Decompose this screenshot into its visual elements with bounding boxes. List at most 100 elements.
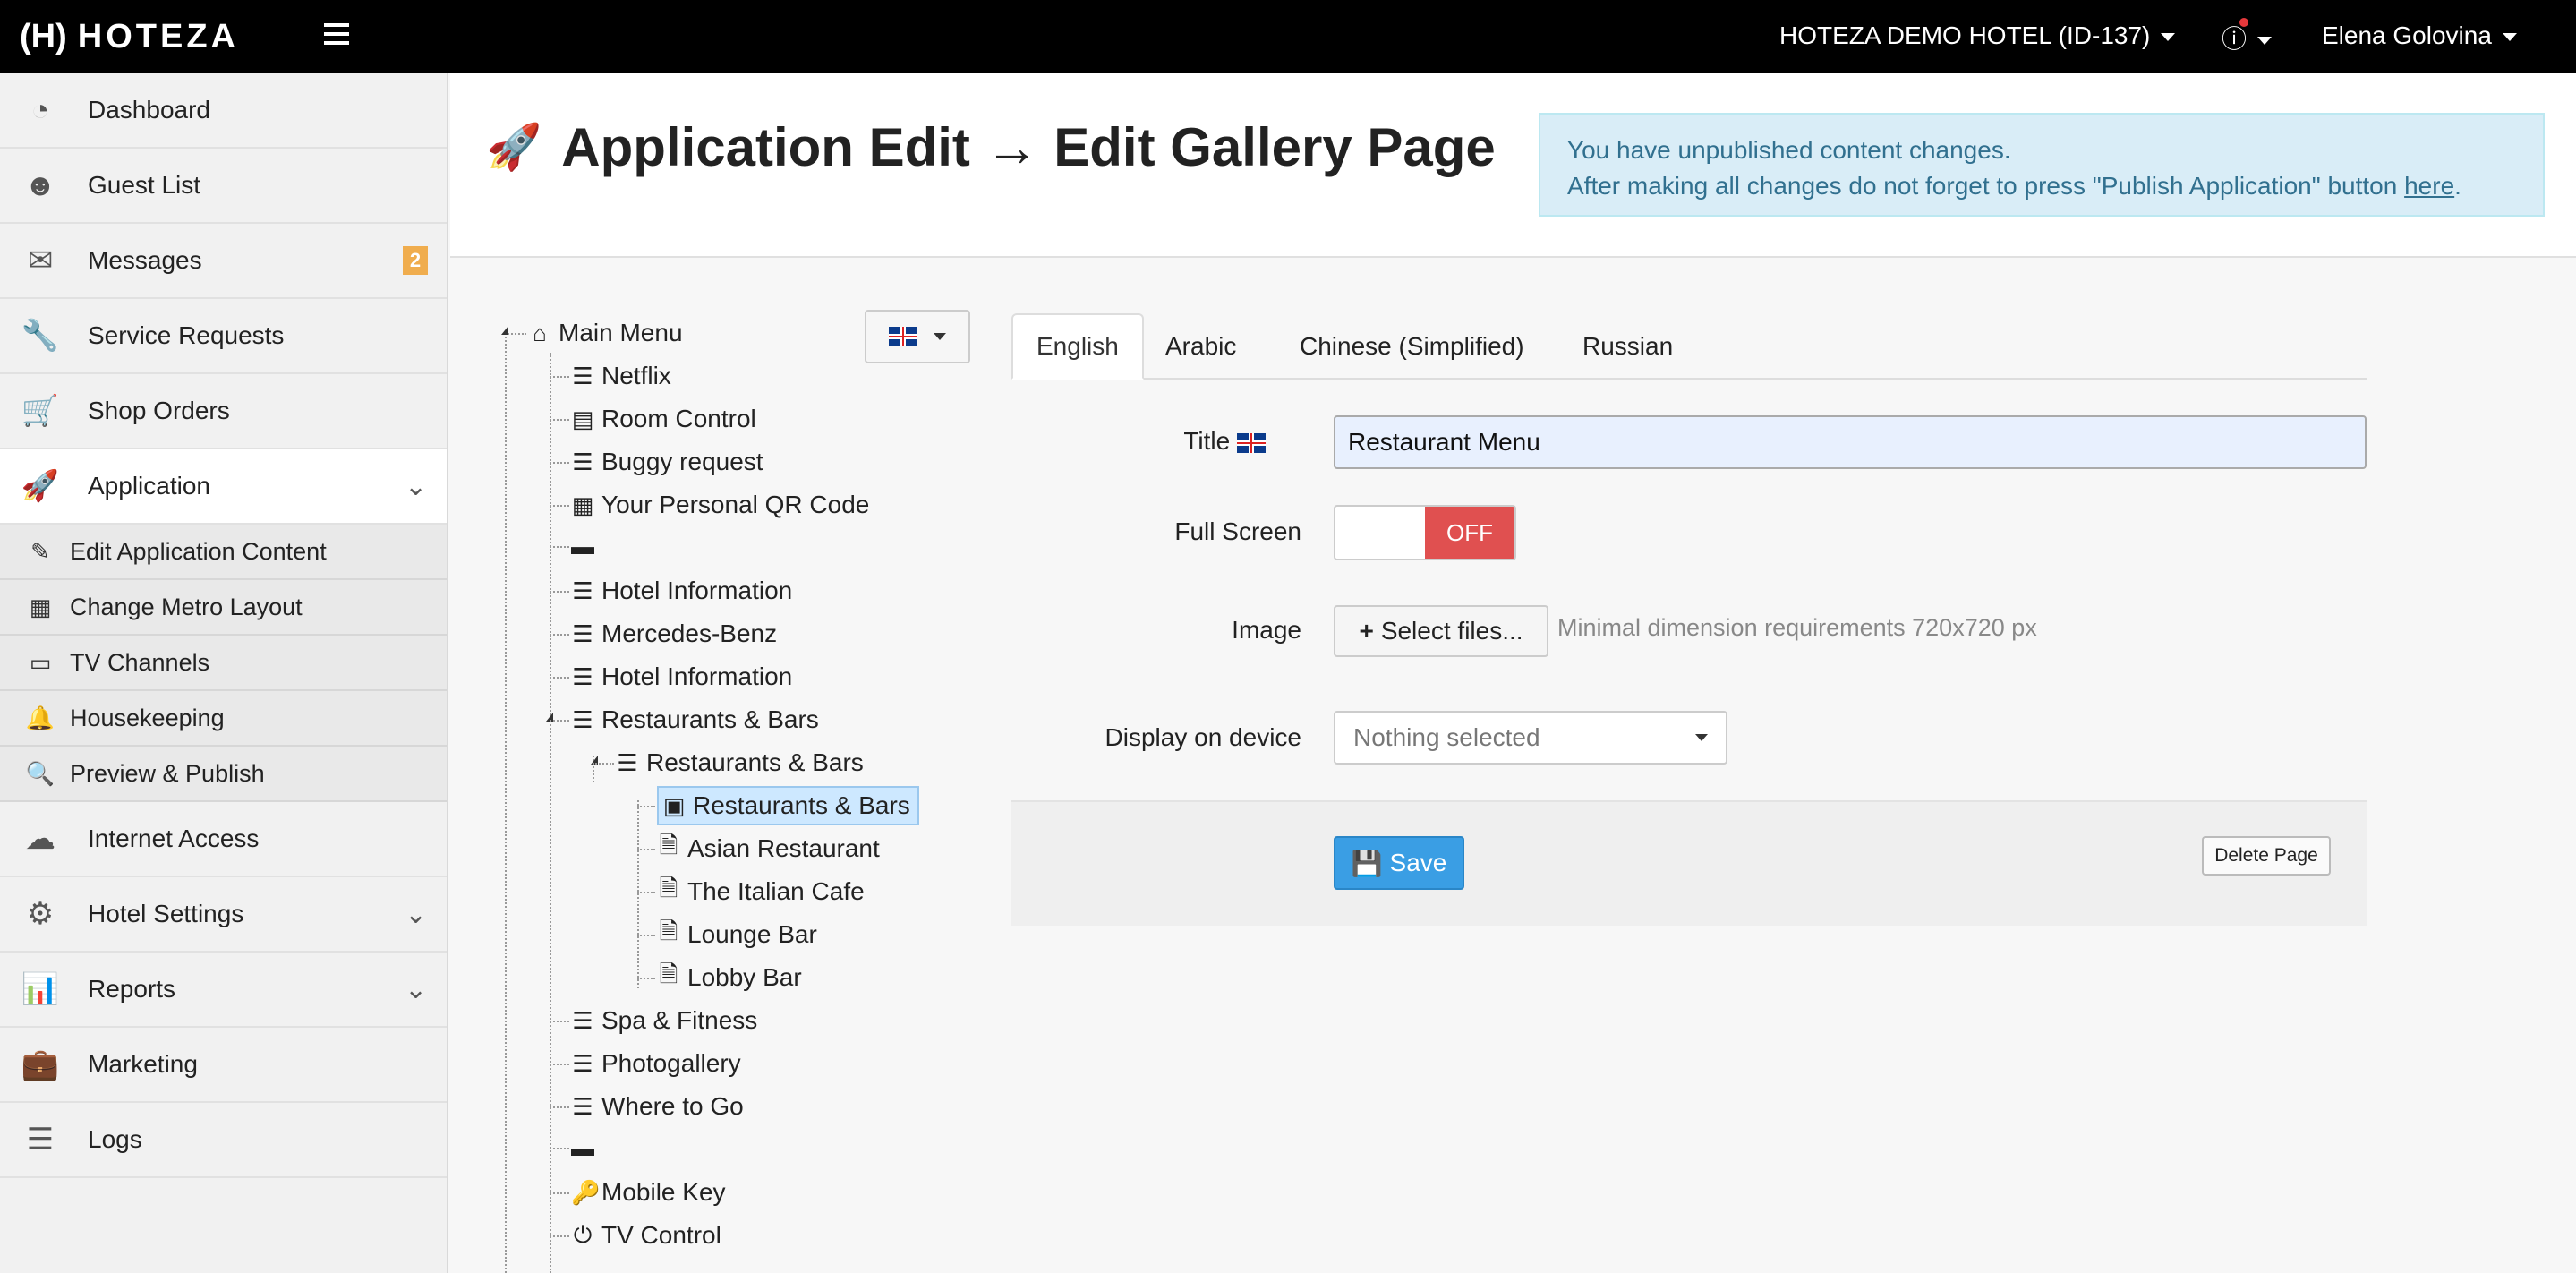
title-input[interactable] (1334, 415, 2367, 469)
sidebar-item-logs[interactable]: ☰ Logs (0, 1103, 447, 1178)
tree-node[interactable]: 🗎 The Italian Cafe (657, 872, 865, 911)
sidebar-item-guest-list[interactable]: ☻ Guest List (0, 149, 447, 224)
tree-node-label: The Italian Cafe (687, 877, 865, 905)
delete-page-button[interactable]: Delete Page (2202, 836, 2331, 876)
sidebar-item-marketing[interactable]: 💼 Marketing (0, 1028, 447, 1103)
messages-count-badge: 2 (403, 246, 428, 275)
title-label-text: Title (1183, 427, 1231, 455)
tree-node[interactable]: 🔑 Mobile Key (571, 1173, 726, 1212)
uk-flag-icon (889, 327, 917, 346)
delete-page-label: Delete Page (2214, 845, 2318, 866)
sidebar-item-label: Application (88, 472, 210, 500)
separator-icon: ▬ (571, 532, 594, 560)
tab-label: Chinese (Simplified) (1300, 332, 1524, 360)
sidebar-item-reports[interactable]: 📊 Reports ⌄ (0, 953, 447, 1028)
tree-connector (637, 978, 655, 979)
language-flag-dropdown[interactable] (865, 310, 970, 363)
tree-node-label: Hotel Information (601, 577, 793, 604)
tree-node[interactable]: ☰ Hotel Information (571, 657, 792, 696)
sidebar-item-hotel-settings[interactable]: ⚙ Hotel Settings ⌄ (0, 877, 447, 953)
tree-node[interactable]: ☰ Buggy request (571, 442, 763, 482)
top-navbar: (H) HOTEZA HOTEZA DEMO HOTEL (ID-137) ⓘ … (0, 0, 2576, 73)
tree-connector (550, 591, 569, 593)
tree-node[interactable]: ☰ Spa & Fitness (571, 1001, 757, 1040)
users-icon: ☻ (24, 167, 56, 202)
tree-node-restaurants-bars[interactable]: ☰ Restaurants & Bars (571, 700, 818, 739)
sidebar-item-application[interactable]: 🚀 Application ⌄ (0, 449, 447, 525)
tree-connector (550, 1148, 569, 1149)
full-screen-toggle[interactable]: OFF (1334, 505, 1516, 560)
caret-down-icon (934, 333, 946, 340)
tree-connector (637, 935, 655, 936)
sidebar-subitem-label: Preview & Publish (70, 759, 265, 787)
list-ul-icon: ☰ (617, 748, 638, 776)
tree-node[interactable]: ☰ Hotel Information (571, 571, 792, 611)
sidebar-subitem-change-metro-layout[interactable]: ▦ Change Metro Layout (0, 580, 447, 636)
tree-node-separator[interactable]: ▬ (571, 526, 601, 566)
tree-node-main-menu[interactable]: ⌂ Main Menu (528, 313, 682, 353)
tab-arabic[interactable]: Arabic (1142, 313, 1259, 380)
sidebar-item-service-requests[interactable]: 🔧 Service Requests (0, 299, 447, 374)
sidebar-subitem-housekeeping[interactable]: 🔔 Housekeeping (0, 691, 447, 747)
display-on-device-select[interactable]: Nothing selected (1334, 711, 1727, 765)
hoteza-logo[interactable]: (H) HOTEZA (20, 16, 239, 57)
logo-text: HOTEZA (77, 17, 239, 56)
tree-node[interactable]: 🗎 Asian Restaurant (657, 829, 880, 868)
user-menu[interactable]: Elena Golovina (2322, 21, 2517, 50)
save-button[interactable]: 💾 Save (1334, 836, 1464, 890)
menu-toggle-icon[interactable] (324, 23, 349, 47)
select-files-label: Select files... (1380, 617, 1523, 645)
page-title-text: Application Edit → Edit Gallery Page (561, 117, 1496, 177)
tree-connector (637, 849, 655, 850)
tab-russian[interactable]: Russian (1559, 313, 1696, 380)
tree-connector (637, 892, 655, 893)
tree-node[interactable]: ▦ Your Personal QR Code (571, 485, 870, 525)
tree-node-label: Hotel Information (601, 662, 793, 690)
tree-node[interactable]: ☰ Netflix (571, 356, 671, 396)
sidebar-item-label: Reports (88, 975, 176, 1003)
publish-here-link[interactable]: here (2404, 172, 2454, 200)
tree-node[interactable]: 🗎 Lounge Bar (657, 915, 817, 954)
sidebar-item-internet-access[interactable]: ☁ Internet Access (0, 802, 447, 877)
tree-node[interactable]: ☰ Mercedes-Benz (571, 614, 777, 654)
tab-chinese-simplified[interactable]: Chinese (Simplified) (1276, 313, 1548, 380)
tree-node-label: Restaurants & Bars (693, 791, 910, 819)
tree-node-label: Photogallery (601, 1049, 741, 1077)
bell-icon: 🔔 (25, 704, 55, 731)
list-icon: ☰ (572, 705, 593, 733)
tree-node-label: Buggy request (601, 448, 763, 475)
collapse-toggle-icon[interactable] (501, 326, 508, 335)
sidebar-subitem-edit-application-content[interactable]: ✎ Edit Application Content (0, 525, 447, 580)
page-title: 🚀 Application Edit → Edit Gallery Page (486, 116, 1496, 178)
tree-node-label: Lobby Bar (687, 963, 802, 991)
select-files-button[interactable]: + Select files... (1334, 605, 1548, 657)
tree-node-separator[interactable]: ▬ (571, 1128, 601, 1167)
tree-node[interactable]: ▤ Room Control (571, 399, 756, 439)
tree-node[interactable]: ☰ Photogallery (571, 1044, 741, 1083)
tree-node[interactable]: 🗎 Lobby Bar (657, 958, 802, 997)
power-icon: ⏻ (573, 1221, 593, 1248)
sidebar-item-shop-orders[interactable]: 🛒 Shop Orders (0, 374, 447, 449)
tab-english[interactable]: English (1011, 313, 1144, 380)
list-icon: ☰ (572, 362, 593, 389)
info-menu[interactable]: ⓘ (2222, 18, 2273, 56)
hotel-selector[interactable]: HOTEZA DEMO HOTEL (ID-137) (1779, 21, 2176, 50)
sidebar-item-label: Messages (88, 246, 202, 274)
sidebar-subitem-preview-publish[interactable]: 🔍 Preview & Publish (0, 747, 447, 802)
edit-icon: ✎ (30, 537, 50, 565)
uk-flag-icon (1237, 432, 1266, 453)
list-icon: ☰ (572, 1049, 593, 1077)
tree-node-selected-gallery[interactable]: ▣ Restaurants & Bars (657, 786, 919, 825)
sidebar-item-messages[interactable]: ✉ Messages 2 (0, 224, 447, 299)
tree-node[interactable]: ⏻ TV Control (571, 1216, 721, 1255)
tree-node[interactable]: ☰ Where to Go (571, 1087, 743, 1126)
sidebar-item-dashboard[interactable]: ◔ Dashboard (0, 73, 447, 149)
sidebar-subitem-tv-channels[interactable]: ▭ TV Channels (0, 636, 447, 691)
toggle-off-state: OFF (1425, 507, 1514, 559)
sidebar-item-label: Service Requests (88, 321, 285, 349)
notification-dot (2239, 18, 2248, 27)
form-actions-bar (1011, 800, 2367, 926)
sliders-icon: ▤ (571, 405, 594, 432)
tree-node-label: Netflix (601, 362, 671, 389)
tree-node-restaurants-bars-list[interactable]: ☰ Restaurants & Bars (616, 743, 863, 782)
